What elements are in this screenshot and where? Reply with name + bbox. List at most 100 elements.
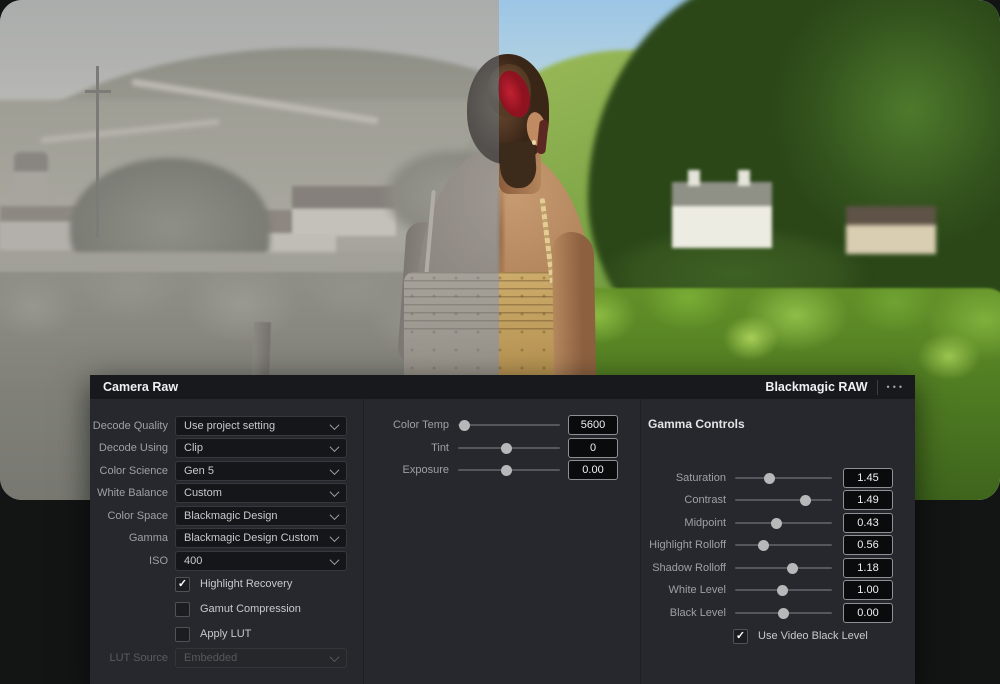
slider-thumb[interactable] [458, 419, 470, 431]
chevron-down-icon [329, 509, 340, 520]
use-video-black-level-checkbox[interactable]: ✓ [733, 628, 748, 644]
farm-house [846, 206, 936, 254]
white-balance-row: White Balance Custom [90, 483, 347, 503]
field-label: White Level [668, 584, 726, 596]
dropdown-value: 400 [184, 555, 203, 567]
white-level-value[interactable]: 1.00 [843, 580, 893, 600]
decode-quality-dropdown[interactable]: Use project setting [175, 416, 347, 436]
apply-lut-checkbox[interactable]: ✓ [175, 626, 190, 642]
chevron-down-icon [329, 441, 340, 452]
field-label: Color Science [99, 465, 168, 477]
contrast-slider[interactable] [735, 494, 832, 506]
highlight-rolloff-value[interactable]: 0.56 [843, 535, 893, 555]
dropdown-value: Clip [184, 442, 203, 454]
iso-dropdown[interactable]: 400 [175, 551, 347, 571]
gamma-row: Gamma Blackmagic Design Custom [90, 528, 347, 548]
slider-thumb[interactable] [501, 464, 513, 476]
use-video-black-level-row: ✓ Use Video Black Level [733, 626, 868, 646]
chevron-down-icon [329, 464, 340, 475]
checkbox-label: Highlight Recovery [200, 578, 293, 590]
apply-lut-row: ✓ Apply LUT [175, 624, 251, 644]
color-science-row: Color Science Gen 5 [90, 461, 347, 481]
exposure-slider[interactable] [458, 464, 560, 476]
checkbox-label: Use Video Black Level [758, 630, 868, 642]
dropdown-value: Embedded [184, 652, 238, 664]
options-menu-icon[interactable]: ••• [887, 382, 905, 392]
midpoint-value[interactable]: 0.43 [843, 513, 893, 533]
value-text: 1.00 [857, 584, 879, 596]
iso-row: ISO 400 [90, 551, 347, 571]
field-label: Gamma [128, 532, 168, 544]
shadow-rolloff-row: Shadow Rolloff 1.18 [631, 558, 893, 578]
shadow-rolloff-slider[interactable] [735, 562, 832, 574]
tint-row: Tint 0 [373, 438, 618, 458]
color-space-dropdown[interactable]: Blackmagic Design [175, 506, 347, 526]
white-level-slider[interactable] [735, 584, 832, 596]
gamut-compression-checkbox[interactable]: ✓ [175, 601, 190, 617]
color-temp-value[interactable]: 5600 [568, 415, 618, 435]
midpoint-row: Midpoint 0.43 [631, 513, 893, 533]
field-label: Highlight Rolloff [649, 539, 726, 551]
saturation-row: Saturation 1.45 [631, 468, 893, 488]
panel-body: Decode Quality Use project setting Decod… [90, 399, 915, 684]
decode-using-dropdown[interactable]: Clip [175, 438, 347, 458]
checkbox-label: Apply LUT [200, 628, 252, 640]
camera-raw-panel: Camera Raw Blackmagic RAW ••• Decode Qua… [90, 375, 915, 684]
slider-thumb[interactable] [800, 494, 812, 506]
woman-hair-nape [499, 140, 538, 190]
field-label: Saturation [675, 472, 726, 484]
field-label: Black Level [669, 607, 726, 619]
gamma-dropdown[interactable]: Blackmagic Design Custom [175, 528, 347, 548]
field-label: Midpoint [684, 517, 726, 529]
white-level-row: White Level 1.00 [631, 580, 893, 600]
dropdown-value: Blackmagic Design [184, 510, 278, 522]
decode-using-row: Decode Using Clip [90, 438, 347, 458]
slider-thumb[interactable] [757, 539, 769, 551]
earring [532, 140, 536, 145]
highlight-recovery-checkbox[interactable]: ✓ [175, 576, 190, 592]
white-house [672, 170, 772, 248]
tint-slider[interactable] [458, 442, 560, 454]
shadow-rolloff-value[interactable]: 1.18 [843, 558, 893, 578]
slider-thumb[interactable] [764, 472, 776, 484]
black-level-value[interactable]: 0.00 [843, 603, 893, 623]
white-balance-dropdown[interactable]: Custom [175, 483, 347, 503]
field-label: ISO [149, 555, 168, 567]
value-text: 0.00 [857, 607, 879, 619]
color-temp-row: Color Temp 5600 [373, 415, 618, 435]
value-text: 1.45 [857, 472, 879, 484]
value-text: 0.00 [582, 464, 604, 476]
tint-value[interactable]: 0 [568, 438, 618, 458]
midpoint-slider[interactable] [735, 517, 832, 529]
lut-source-dropdown: Embedded [175, 648, 347, 668]
chevron-down-icon [329, 531, 340, 542]
color-space-row: Color Space Blackmagic Design [90, 506, 347, 526]
field-label: Color Space [107, 510, 168, 522]
value-text: 1.18 [857, 562, 879, 574]
contrast-value[interactable]: 1.49 [843, 490, 893, 510]
header-divider [876, 379, 878, 395]
contrast-row: Contrast 1.49 [631, 490, 893, 510]
dropdown-value: Use project setting [184, 420, 276, 432]
highlight-rolloff-row: Highlight Rolloff 0.56 [631, 535, 893, 555]
field-label: Color Temp [392, 419, 449, 431]
saturation-value[interactable]: 1.45 [843, 468, 893, 488]
field-label: Tint [431, 442, 449, 454]
highlight-rolloff-slider[interactable] [735, 539, 832, 551]
value-text: 5600 [580, 419, 606, 431]
slider-thumb[interactable] [786, 562, 798, 574]
saturation-slider[interactable] [735, 472, 832, 484]
black-level-slider[interactable] [735, 607, 832, 619]
decode-quality-row: Decode Quality Use project setting [90, 416, 347, 436]
highlight-recovery-row: ✓ Highlight Recovery [175, 574, 292, 594]
slider-thumb[interactable] [777, 584, 789, 596]
value-text: 0 [589, 442, 597, 454]
lut-source-row: LUT Source Embedded [90, 648, 347, 668]
slider-thumb[interactable] [501, 442, 513, 454]
field-label: Decode Quality [92, 420, 168, 432]
slider-thumb[interactable] [778, 607, 789, 619]
exposure-value[interactable]: 0.00 [568, 460, 618, 480]
color-science-dropdown[interactable]: Gen 5 [175, 461, 347, 481]
color-temp-slider[interactable] [458, 419, 560, 431]
slider-thumb[interactable] [771, 517, 783, 529]
